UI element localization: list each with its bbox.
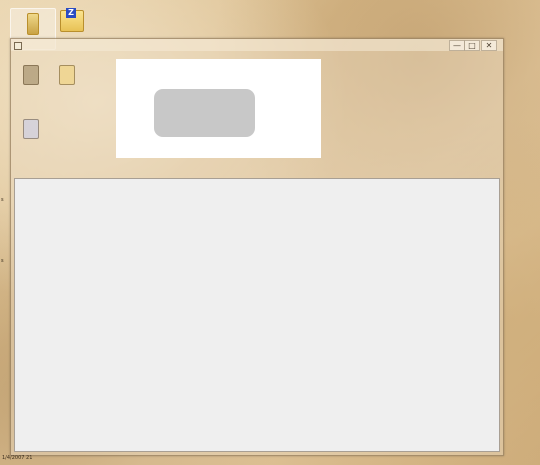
folder-icon [27, 13, 39, 35]
content-panel[interactable] [14, 178, 500, 452]
grey-button[interactable] [154, 89, 255, 137]
edge-fragment: s [1, 197, 4, 203]
edge-fragment: s [1, 258, 4, 264]
z-badge: Z [66, 8, 76, 18]
minimize-button[interactable]: — [449, 40, 465, 51]
file-icon [23, 65, 39, 85]
window-icon-item-1[interactable] [15, 65, 45, 101]
close-button[interactable]: ✕ [481, 40, 497, 51]
document-icon [23, 119, 39, 139]
maximize-button[interactable]: □ [464, 40, 480, 51]
window-icon-item-2[interactable] [51, 65, 81, 101]
window-icon [14, 42, 22, 50]
bottom-fragment-text: 1/4/2007 21 [2, 455, 33, 461]
window-icon-item-3[interactable] [15, 119, 45, 155]
window-titlebar[interactable]: — □ ✕ [11, 39, 503, 51]
white-panel [116, 59, 321, 158]
folder-icon [59, 65, 75, 85]
